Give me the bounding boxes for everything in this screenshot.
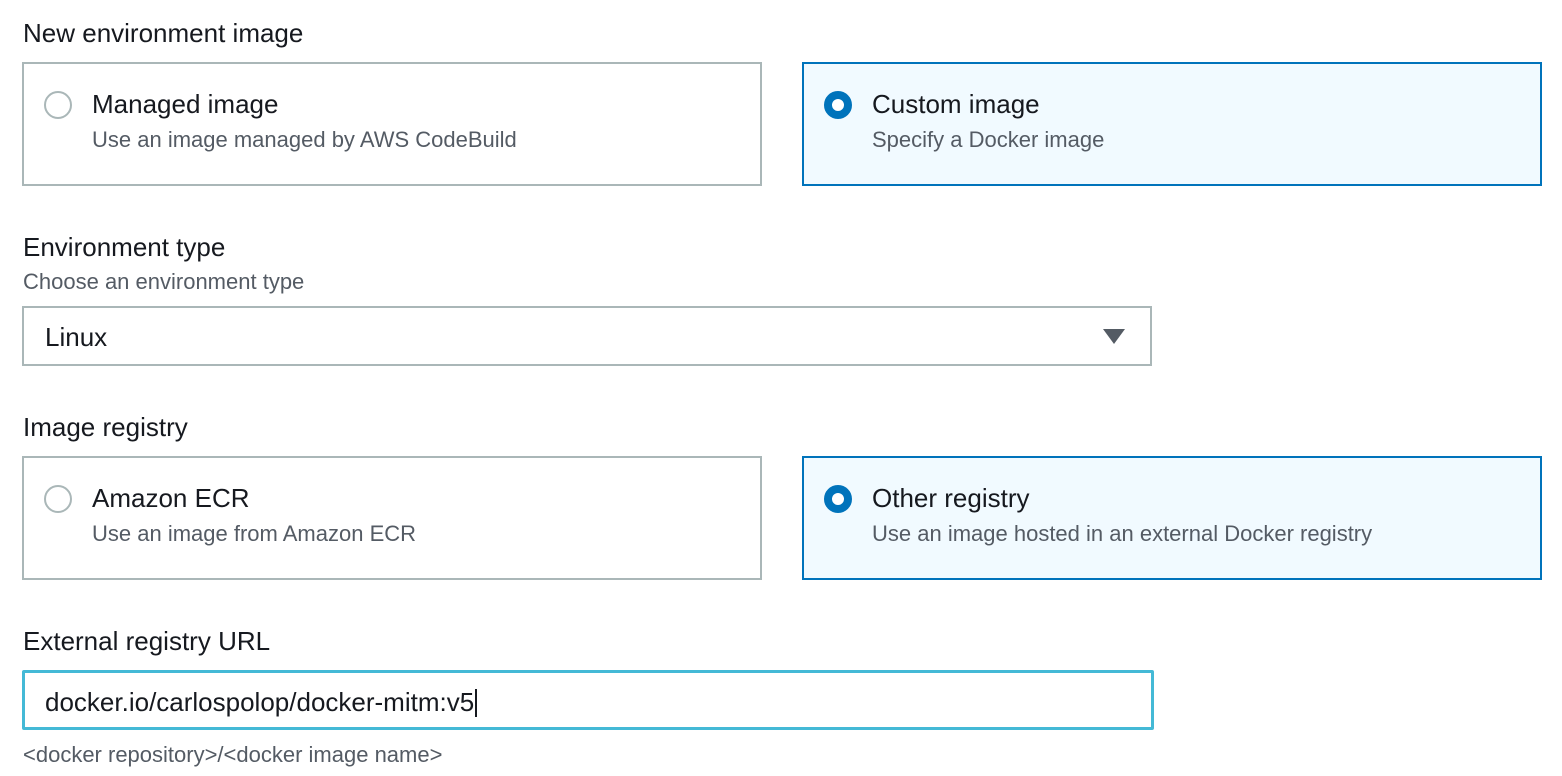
environment-type-select[interactable]: Linux [22,306,1152,366]
custom-image-option[interactable]: Custom image Specify a Docker image [802,62,1542,186]
custom-image-radio[interactable] [824,91,852,119]
other-registry-radio[interactable] [824,485,852,513]
environment-type-description: Choose an environment type [23,269,305,294]
environment-type-label: Environment type [23,232,226,262]
amazon-ecr-description: Use an image from Amazon ECR [92,521,417,546]
environment-image-label: New environment image [23,18,304,48]
custom-image-title: Custom image [872,89,1040,119]
managed-image-title: Managed image [92,89,279,119]
external-registry-url-hint: <docker repository>/<docker image name> [23,742,443,767]
amazon-ecr-radio[interactable] [44,485,72,513]
caret-down-icon [1103,329,1125,344]
other-registry-option[interactable]: Other registry Use an image hosted in an… [802,456,1542,580]
amazon-ecr-title: Amazon ECR [92,483,250,513]
image-registry-label: Image registry [23,412,188,442]
environment-type-value: Linux [45,322,108,352]
external-registry-url-input[interactable]: docker.io/carlospolop/docker-mitm:v5 [22,670,1154,730]
custom-image-description: Specify a Docker image [872,127,1105,152]
external-registry-url-label: External registry URL [23,626,271,656]
other-registry-description: Use an image hosted in an external Docke… [872,521,1373,546]
external-registry-url-text: docker.io/carlospolop/docker-mitm:v5 [45,687,475,717]
external-registry-url-value[interactable]: docker.io/carlospolop/docker-mitm:v5 [45,686,478,718]
managed-image-description: Use an image managed by AWS CodeBuild [92,127,517,152]
managed-image-radio[interactable] [44,91,72,119]
text-cursor [475,689,478,717]
other-registry-title: Other registry [872,483,1030,513]
amazon-ecr-option[interactable]: Amazon ECR Use an image from Amazon ECR [22,456,762,580]
managed-image-option[interactable]: Managed image Use an image managed by AW… [22,62,762,186]
